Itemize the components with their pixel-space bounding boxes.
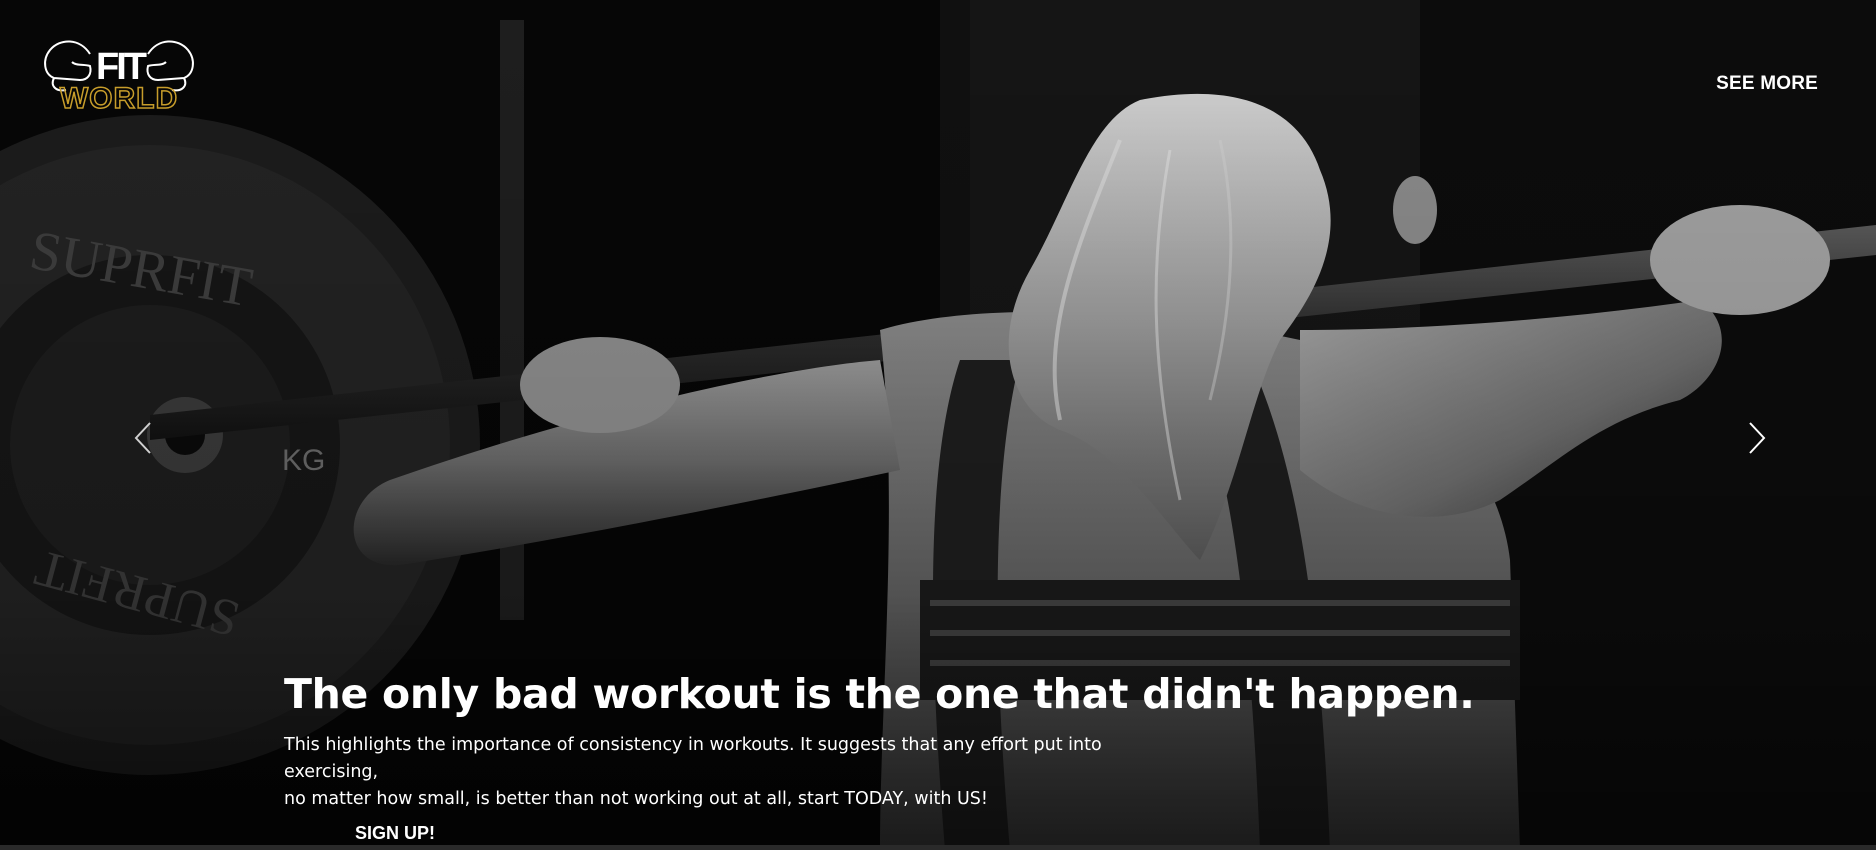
hero-headline: The only bad workout is the one that did…	[284, 670, 1475, 718]
hero-description-line-1: This highlights the importance of consis…	[284, 735, 1102, 782]
sign-up-button[interactable]: SIGN UP!	[355, 823, 435, 844]
hero-description-line-2: no matter how small, is better than not …	[284, 789, 988, 809]
fit-world-logo[interactable]: FIT WORLD	[40, 34, 198, 120]
chevron-left-icon	[134, 422, 151, 454]
see-more-link[interactable]: SEE MORE	[1716, 73, 1818, 95]
hero-section: SUPRFIT SUPRFIT KG	[0, 0, 1876, 850]
divider	[0, 845, 1876, 850]
logo-text-bottom: WORLD	[59, 82, 179, 115]
hero-description: This highlights the importance of consis…	[284, 732, 1144, 813]
logo-text-top: FIT	[96, 46, 147, 88]
chevron-right-icon	[1749, 422, 1766, 454]
hero-caption: The only bad workout is the one that did…	[284, 668, 1475, 813]
carousel-prev-button[interactable]	[132, 420, 156, 456]
carousel-next-button[interactable]	[1744, 420, 1768, 456]
